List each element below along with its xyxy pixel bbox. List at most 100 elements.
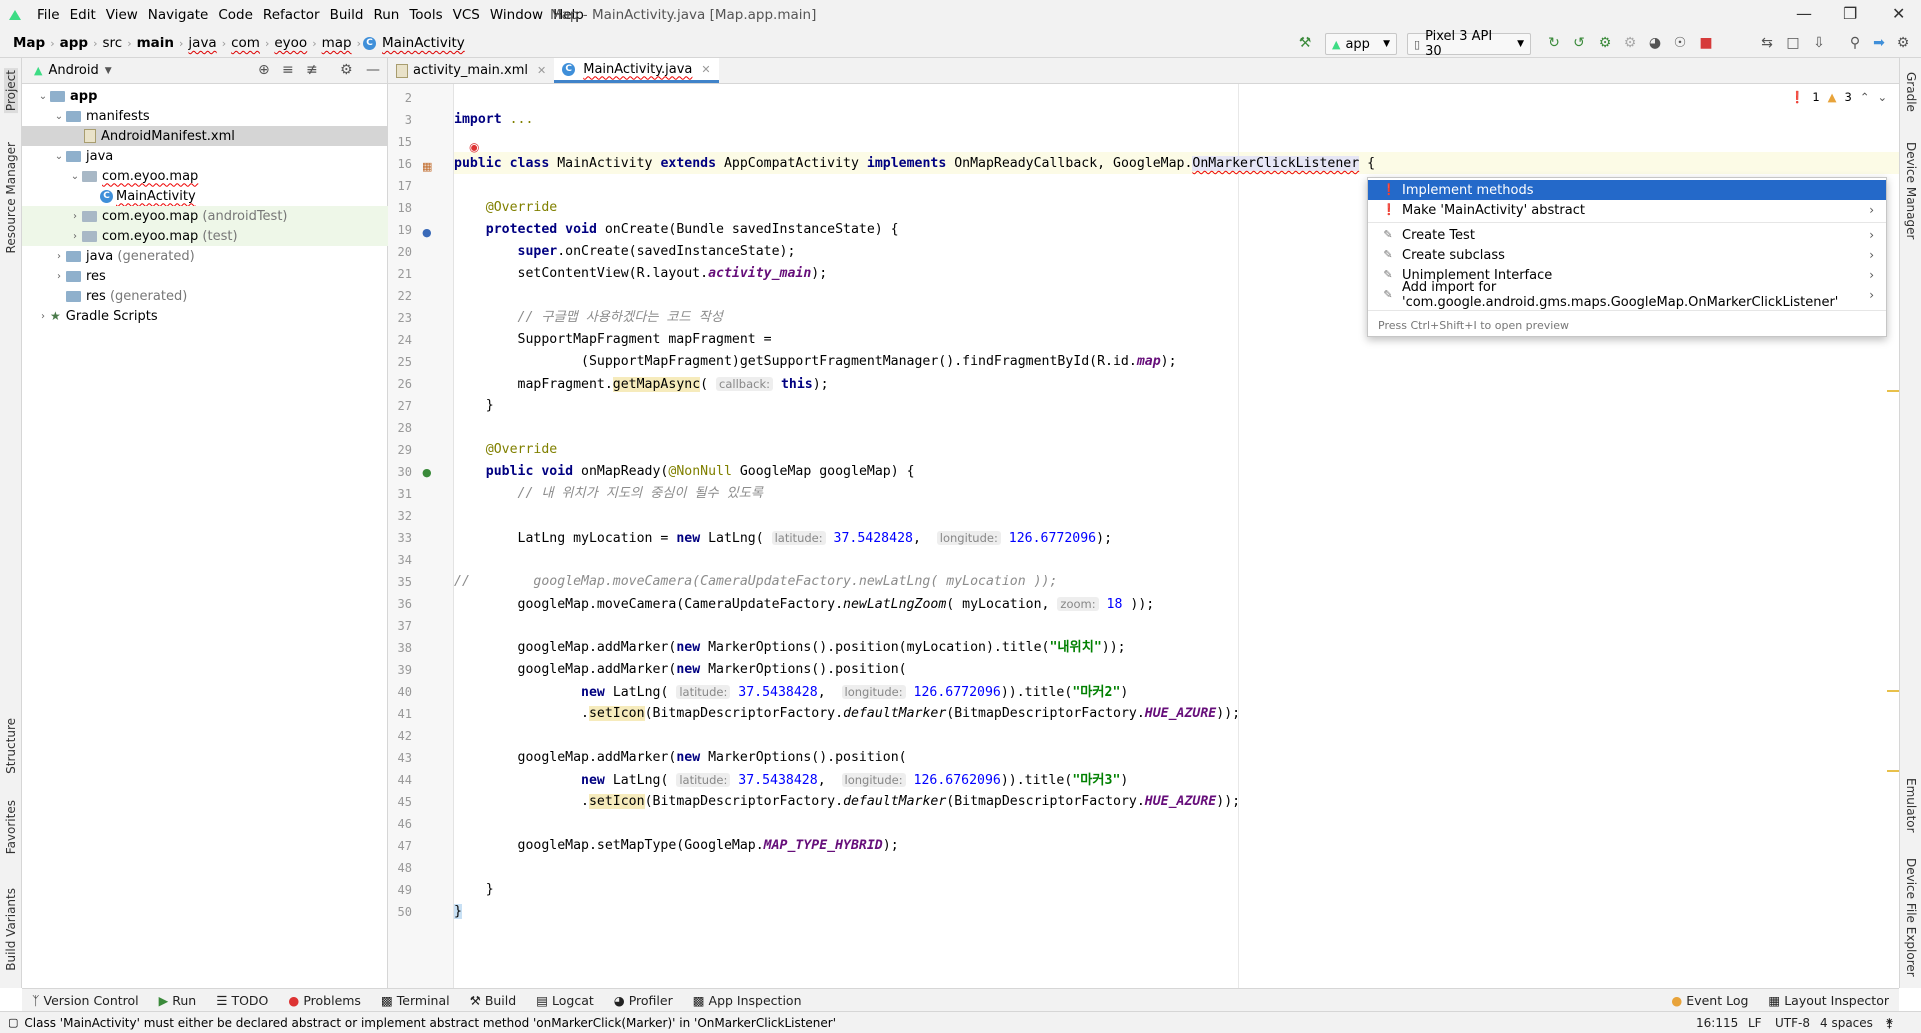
- tool-window-project[interactable]: Project: [4, 68, 18, 114]
- warning-stripe-mark[interactable]: [1887, 390, 1899, 392]
- code-line[interactable]: .setIcon(BitmapDescriptorFactory.default…: [454, 703, 1240, 725]
- code-line[interactable]: }: [454, 901, 462, 923]
- code-line[interactable]: googleMap.moveCamera(CameraUpdateFactory…: [454, 593, 1154, 615]
- attach-debugger-icon[interactable]: ⚙: [1621, 34, 1639, 52]
- code-line[interactable]: public void onMapReady(@NonNull GoogleMa…: [454, 461, 915, 483]
- device-select[interactable]: ▯ Pixel 3 API 30 ▼: [1407, 29, 1531, 59]
- close-icon[interactable]: ✕: [701, 63, 710, 76]
- code-line[interactable]: @Override: [454, 197, 557, 219]
- chevron-right-icon[interactable]: ›: [52, 251, 66, 262]
- tool-terminal[interactable]: ▩ Terminal: [371, 993, 460, 1008]
- implements-gutter-icon[interactable]: ▦: [422, 160, 432, 173]
- tab-activity-main-xml[interactable]: activity_main.xml ✕: [388, 58, 554, 83]
- breadcrumb-mainactivity[interactable]: MainActivity: [379, 35, 468, 51]
- code-line[interactable]: (SupportMapFragment)getSupportFragmentMa…: [454, 351, 1177, 373]
- breadcrumb-map-pkg[interactable]: map: [319, 35, 355, 51]
- tree-item-mainactivity[interactable]: C MainActivity: [22, 186, 388, 206]
- popup-item-add-import[interactable]: ✎ Add import for 'com.google.android.gms…: [1368, 280, 1886, 310]
- rerun-icon[interactable]: ↻: [1545, 34, 1563, 52]
- close-icon[interactable]: ✕: [537, 64, 546, 77]
- menu-tools[interactable]: Tools: [404, 7, 447, 23]
- menu-vcs[interactable]: VCS: [448, 7, 485, 23]
- code-line[interactable]: googleMap.addMarker(new MarkerOptions().…: [454, 747, 907, 769]
- tree-item-res-generated[interactable]: res (generated): [22, 286, 388, 306]
- apply-changes-icon[interactable]: ↺: [1570, 34, 1588, 52]
- code-line[interactable]: LatLng myLocation = new LatLng( latitude…: [454, 527, 1112, 549]
- tree-item-android-manifest[interactable]: AndroidManifest.xml: [22, 126, 388, 146]
- indent-setting[interactable]: 4 spaces: [1820, 1016, 1873, 1030]
- tree-item-package-androidtest[interactable]: › com.eyoo.map (androidTest): [22, 206, 388, 226]
- tool-profiler[interactable]: ◕ Profiler: [604, 993, 683, 1008]
- chevron-down-icon[interactable]: ⌄: [68, 171, 82, 182]
- tree-item-java-generated[interactable]: › java (generated): [22, 246, 388, 266]
- chevron-down-icon[interactable]: ⌄: [36, 91, 50, 102]
- tool-logcat[interactable]: ▤ Logcat: [526, 993, 604, 1008]
- project-view-select[interactable]: Android: [48, 63, 98, 78]
- tab-mainactivity-java[interactable]: C MainActivity.java ✕: [554, 58, 719, 83]
- breadcrumb-app[interactable]: app: [57, 35, 91, 51]
- code-line[interactable]: setContentView(R.layout.activity_main);: [454, 263, 828, 285]
- panel-settings-icon[interactable]: ⚙: [340, 62, 353, 78]
- menu-file[interactable]: File: [32, 7, 65, 23]
- file-encoding[interactable]: UTF-8: [1775, 1016, 1810, 1030]
- code-line[interactable]: super.onCreate(savedInstanceState);: [454, 241, 796, 263]
- tool-window-device-manager[interactable]: Device Manager: [1904, 142, 1918, 239]
- popup-item-create-subclass[interactable]: ✎ Create subclass ›: [1368, 245, 1886, 265]
- tool-problems[interactable]: ● Problems: [278, 993, 371, 1008]
- code-line[interactable]: new LatLng( latitude: 37.5438428, longit…: [454, 769, 1128, 791]
- tool-window-favorites[interactable]: Favorites: [4, 800, 18, 854]
- locate-icon[interactable]: ⊕: [258, 62, 270, 78]
- tree-item-gradle-scripts[interactable]: › ★ Gradle Scripts: [22, 306, 388, 326]
- implement-gutter-icon[interactable]: ●: [422, 466, 432, 479]
- breadcrumb-java[interactable]: java: [185, 35, 219, 51]
- breadcrumb-eyoo[interactable]: eyoo: [271, 35, 310, 51]
- tool-app-inspection[interactable]: ▩ App Inspection: [683, 993, 812, 1008]
- chevron-down-icon[interactable]: ▼: [105, 66, 112, 76]
- menu-run[interactable]: Run: [368, 7, 404, 23]
- popup-item-implement-methods[interactable]: ❗ Implement methods: [1368, 180, 1886, 200]
- breadcrumb-src[interactable]: src: [99, 35, 125, 51]
- update-icon[interactable]: ➡: [1870, 34, 1888, 52]
- tool-window-resource-manager[interactable]: Resource Manager: [4, 142, 18, 253]
- menu-edit[interactable]: Edit: [65, 7, 101, 23]
- breadcrumb-map[interactable]: Map: [10, 35, 48, 51]
- menu-view[interactable]: View: [101, 7, 143, 23]
- tool-window-device-file-explorer[interactable]: Device File Explorer: [1904, 858, 1918, 977]
- chevron-right-icon[interactable]: ›: [36, 311, 50, 322]
- popup-item-make-abstract[interactable]: ❗ Make 'MainActivity' abstract ›: [1368, 200, 1886, 220]
- hammer-build-icon[interactable]: ⚒: [1296, 34, 1314, 52]
- expand-all-icon[interactable]: ≡: [282, 62, 294, 78]
- tool-window-structure[interactable]: Structure: [4, 718, 18, 774]
- minimize-icon[interactable]: —: [1796, 4, 1812, 23]
- next-highlight-icon[interactable]: ⌄: [1877, 90, 1887, 104]
- chevron-down-icon[interactable]: ⌄: [52, 111, 66, 122]
- lock-icon[interactable]: ⚵: [1885, 1016, 1894, 1030]
- code-line[interactable]: protected void onCreate(Bundle savedInst…: [454, 219, 899, 241]
- stop-icon[interactable]: ■: [1697, 34, 1715, 52]
- tree-item-res[interactable]: › res: [22, 266, 388, 286]
- menu-window[interactable]: Window: [485, 7, 548, 23]
- avd-manager-icon[interactable]: □: [1784, 34, 1802, 52]
- code-line[interactable]: }: [454, 395, 494, 417]
- inspection-widget[interactable]: ❗ 1 ▲ 3 ⌃ ⌄: [1790, 90, 1887, 104]
- sdk-manager-icon[interactable]: ⇩: [1810, 34, 1828, 52]
- code-line[interactable]: .setIcon(BitmapDescriptorFactory.default…: [454, 791, 1240, 813]
- debug-icon[interactable]: ⚙: [1596, 34, 1614, 52]
- run-coverage-icon[interactable]: ☉: [1671, 34, 1689, 52]
- profile-icon[interactable]: ◕: [1646, 34, 1664, 52]
- caret-position[interactable]: 16:115: [1696, 1016, 1738, 1030]
- tree-item-package-main[interactable]: ⌄ com.eyoo.map: [22, 166, 388, 186]
- code-line[interactable]: @Override: [454, 439, 557, 461]
- tree-item-package-test[interactable]: › com.eyoo.map (test): [22, 226, 388, 246]
- chevron-right-icon[interactable]: ›: [68, 231, 82, 242]
- code-line[interactable]: import ...: [454, 109, 533, 131]
- warning-stripe-mark[interactable]: [1887, 690, 1899, 692]
- code-line-comment[interactable]: // googleMap.moveCamera(CameraUpdateFact…: [454, 571, 1057, 593]
- code-line[interactable]: googleMap.setMapType(GoogleMap.MAP_TYPE_…: [454, 835, 899, 857]
- chevron-right-icon[interactable]: ›: [52, 271, 66, 282]
- code-line-comment[interactable]: // 내 위치가 지도의 중심이 될수 있도록: [454, 483, 764, 505]
- hide-tool-windows-icon[interactable]: ▢: [8, 1016, 18, 1029]
- code-line[interactable]: mapFragment.getMapAsync( callback: this)…: [454, 373, 829, 395]
- error-bulb-icon[interactable]: ◉: [469, 140, 479, 154]
- chevron-right-icon[interactable]: ›: [68, 211, 82, 222]
